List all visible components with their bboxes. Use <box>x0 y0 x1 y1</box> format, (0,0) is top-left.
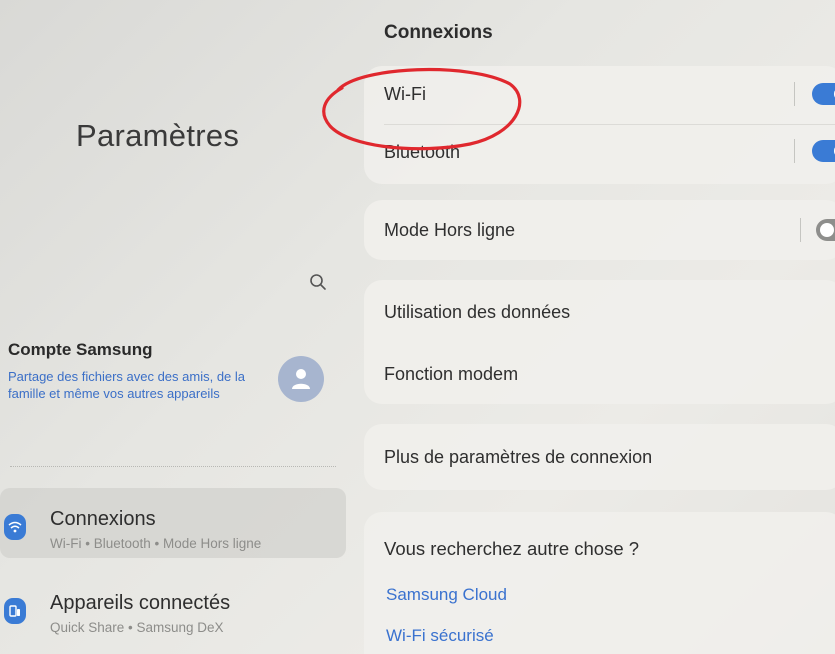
row-label: Wi-Fi <box>384 84 426 104</box>
page-title: Paramètres <box>76 118 240 153</box>
bluetooth-toggle[interactable] <box>812 140 835 162</box>
sidebar-item-label: Connexions <box>50 508 156 530</box>
card-data-hotspot: Utilisation des données Fonction modem <box>364 280 835 404</box>
card-more-settings: Plus de paramètres de connexion <box>364 424 835 490</box>
card-wifi-bluetooth: Wi-Fi Bluetooth <box>364 66 835 184</box>
looking-for-title: Vous recherchez autre chose ? <box>384 538 640 559</box>
link-samsung-cloud[interactable]: Samsung Cloud <box>386 585 507 605</box>
row-wifi[interactable]: Wi-Fi <box>384 74 835 114</box>
devices-icon <box>4 598 26 624</box>
sidebar-item-subtitle: Wi-Fi • Bluetooth • Mode Hors ligne <box>50 536 262 551</box>
row-airplane-mode[interactable]: Mode Hors ligne <box>384 210 835 250</box>
link-secure-wifi[interactable]: Wi-Fi sécurisé <box>386 626 494 646</box>
row-label: Mode Hors ligne <box>384 220 516 240</box>
settings-sidebar: Paramètres Compte Samsung Partage des fi… <box>0 0 352 654</box>
search-icon <box>310 274 326 290</box>
divider <box>794 82 795 106</box>
sidebar-item-appareils-connectes[interactable]: Appareils connectés Quick Share • Samsun… <box>0 572 346 642</box>
sidebar-item-subtitle: Quick Share • Samsung DeX <box>50 620 224 635</box>
row-more-settings[interactable]: Plus de paramètres de connexion <box>384 437 835 477</box>
card-airplane-mode: Mode Hors ligne <box>364 200 835 260</box>
connexions-panel: Connexions Wi-Fi Bluetooth Mode Hors lig… <box>352 0 835 654</box>
divider <box>800 218 801 242</box>
row-label: Plus de paramètres de connexion <box>384 447 653 467</box>
row-label: Fonction modem <box>384 364 519 384</box>
sidebar-item-connexions[interactable]: Connexions Wi-Fi • Bluetooth • Mode Hors… <box>0 488 346 558</box>
wifi-icon <box>4 514 26 540</box>
wifi-toggle[interactable] <box>812 83 835 105</box>
account-title: Compte Samsung <box>8 340 153 359</box>
airplane-mode-toggle[interactable] <box>816 219 835 241</box>
row-label: Bluetooth <box>384 142 461 162</box>
row-label: Utilisation des données <box>384 302 571 322</box>
divider <box>384 124 835 125</box>
divider <box>794 139 795 163</box>
section-title: Connexions <box>384 22 493 43</box>
avatar[interactable] <box>278 356 324 402</box>
samsung-account[interactable]: Compte Samsung Partage des fichiers avec… <box>8 340 338 440</box>
account-description: Partage des fichiers avec des amis, de l… <box>8 369 246 401</box>
sidebar-item-label: Appareils connectés <box>50 592 231 614</box>
divider <box>10 466 336 467</box>
row-hotspot[interactable]: Fonction modem <box>384 354 835 394</box>
row-data-usage[interactable]: Utilisation des données <box>384 292 835 332</box>
row-bluetooth[interactable]: Bluetooth <box>384 132 835 172</box>
search-button[interactable] <box>304 268 332 296</box>
person-icon <box>292 369 310 389</box>
